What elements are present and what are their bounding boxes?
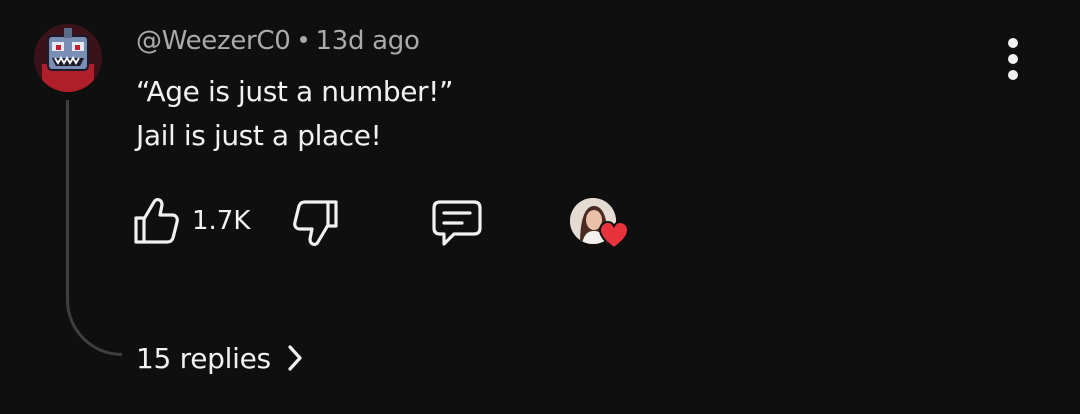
reply-button[interactable]	[430, 198, 484, 248]
author-avatar[interactable]	[34, 24, 102, 92]
chevron-right-icon	[288, 345, 302, 371]
more-vertical-icon	[1008, 70, 1018, 80]
more-vertical-icon	[1008, 38, 1018, 48]
more-options-button[interactable]	[998, 36, 1028, 82]
comment-thread: @WeezerC0 13d ago “Age is just a number!”…	[0, 0, 1080, 414]
like-button[interactable]	[132, 196, 180, 246]
thread-connector-line	[66, 100, 122, 356]
comment-text-line: “Age is just a number!”	[136, 75, 454, 108]
dislike-button[interactable]	[292, 198, 340, 248]
like-count: 1.7K	[192, 206, 251, 236]
comment-icon	[432, 200, 482, 246]
heart-icon	[598, 220, 630, 250]
view-replies-button[interactable]: 15 replies	[136, 336, 305, 380]
comment-meta: @WeezerC0 13d ago	[136, 26, 420, 56]
replies-count-label: 15 replies	[136, 341, 271, 375]
comment-text: “Age is just a number!” Jail is just a p…	[136, 70, 453, 158]
comment-text-line: Jail is just a place!	[136, 119, 382, 152]
separator-dot	[299, 36, 307, 43]
thumbs-down-icon	[293, 200, 338, 246]
more-vertical-icon	[1008, 54, 1018, 64]
robot-avatar-icon	[34, 24, 102, 92]
author-name[interactable]: @WeezerC0	[136, 26, 291, 56]
creator-heart-badge	[568, 196, 632, 252]
thumbs-up-icon	[134, 198, 179, 244]
timestamp: 13d ago	[315, 26, 420, 56]
